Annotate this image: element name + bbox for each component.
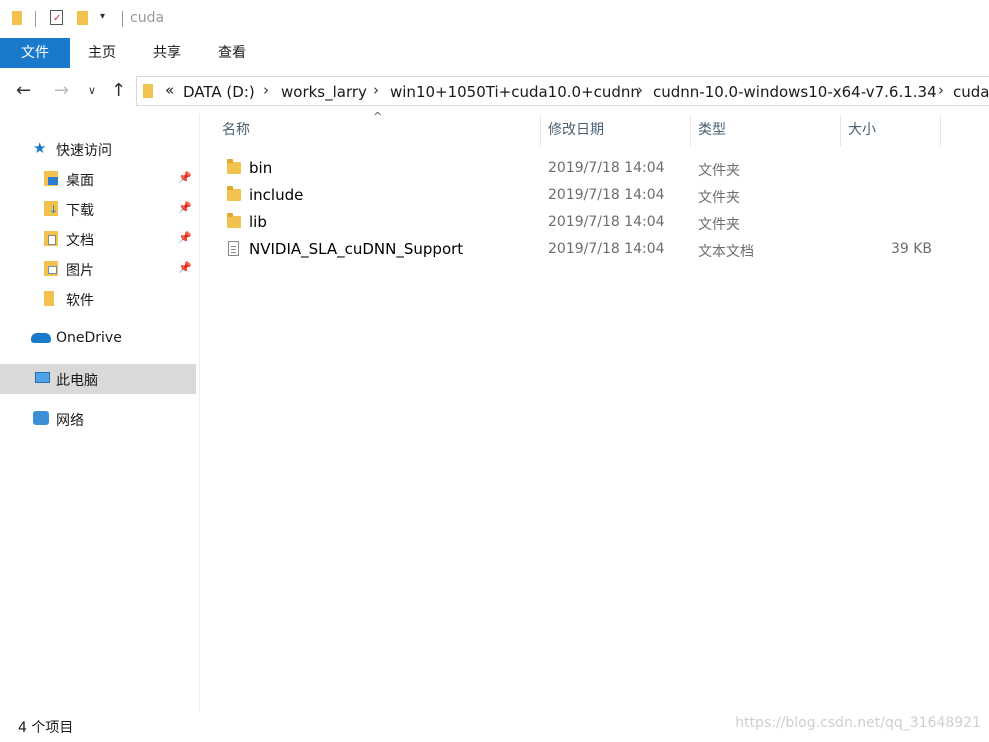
pin-icon[interactable]: 📌: [178, 261, 192, 274]
breadcrumb-cudnn[interactable]: cudnn-10.0-windows10-x64-v7.6.1.34: [653, 83, 937, 101]
navigation-pane: ★ 快速访问 桌面 📌 ↓ 下载 📌 文档 📌 图片 📌 软件 OneDrive…: [0, 114, 200, 712]
file-type: 文件夹: [698, 163, 740, 179]
file-size: 39 KB: [890, 241, 932, 257]
item-count: 4 个项目: [18, 720, 74, 736]
column-divider[interactable]: [690, 116, 691, 146]
documents-icon: [44, 231, 58, 246]
list-item[interactable]: NVIDIA_SLA_cuDNN_Support 2019/7/18 14:04…: [222, 236, 942, 263]
file-type: 文件夹: [698, 190, 740, 206]
chevron-right-icon[interactable]: ›: [263, 81, 269, 99]
file-type: 文件夹: [698, 217, 740, 233]
sidebar-item-desktop[interactable]: 桌面 📌: [0, 164, 196, 194]
chevron-right-icon[interactable]: ›: [373, 81, 379, 99]
column-header-name[interactable]: 名称: [222, 116, 537, 146]
column-header-modified[interactable]: 修改日期: [548, 116, 604, 146]
folder-icon: [12, 11, 22, 25]
chevron-right-icon[interactable]: ›: [938, 81, 944, 99]
new-folder-icon[interactable]: [77, 11, 88, 25]
breadcrumb-win10[interactable]: win10+1050Ti+cuda10.0+cudnn: [390, 83, 640, 101]
file-name: NVIDIA_SLA_cuDNN_Support: [249, 240, 464, 258]
up-arrow-icon[interactable]: ↑: [111, 80, 126, 101]
separator: [122, 11, 123, 27]
column-header-type[interactable]: 类型: [698, 116, 726, 146]
tab-home[interactable]: 主页: [88, 38, 116, 68]
breadcrumb-drive[interactable]: DATA (D:): [183, 83, 255, 101]
file-type: 文本文档: [698, 244, 754, 260]
folder-icon: [227, 186, 241, 201]
forward-arrow-icon[interactable]: →: [54, 80, 69, 101]
back-arrow-icon[interactable]: ←: [16, 80, 31, 101]
list-item[interactable]: include 2019/7/18 14:04 文件夹: [222, 182, 942, 209]
sidebar-item-label: 下载: [66, 203, 94, 219]
breadcrumb-cuda[interactable]: cuda: [953, 83, 989, 101]
column-header-size[interactable]: 大小: [848, 116, 876, 146]
sidebar-item-documents[interactable]: 文档 📌: [0, 224, 196, 254]
list-item[interactable]: bin 2019/7/18 14:04 文件夹: [222, 155, 942, 182]
watermark: https://blog.csdn.net/qq_31648921: [735, 715, 981, 731]
separator: [35, 11, 36, 27]
status-bar: 4 个项目 https://blog.csdn.net/qq_31648921: [0, 712, 989, 742]
text-document-icon: [228, 241, 239, 256]
tab-file[interactable]: 文件: [0, 38, 70, 68]
sidebar-item-onedrive[interactable]: OneDrive: [0, 324, 196, 354]
recent-locations-chevron-icon[interactable]: ∨: [88, 84, 96, 97]
tab-share[interactable]: 共享: [153, 38, 181, 68]
customize-quick-access-icon[interactable]: ▾: [100, 11, 105, 22]
sidebar-item-label: OneDrive: [56, 330, 122, 346]
folder-icon: [44, 291, 54, 306]
sidebar-item-quick-access[interactable]: ★ 快速访问: [0, 134, 196, 164]
file-modified: 2019/7/18 14:04: [548, 160, 665, 176]
tab-view[interactable]: 查看: [218, 38, 246, 68]
title-bar: ✓ ▾ cuda: [0, 0, 989, 38]
star-icon: ★: [33, 139, 47, 157]
folder-icon: [227, 159, 241, 174]
sidebar-item-label: 网络: [56, 413, 84, 429]
address-bar[interactable]: « DATA (D:) › works_larry › win10+1050Ti…: [136, 76, 989, 106]
properties-icon[interactable]: ✓: [50, 10, 63, 25]
desktop-icon: [44, 171, 58, 186]
computer-icon: [35, 372, 50, 383]
sidebar-item-network[interactable]: 网络: [0, 404, 196, 434]
file-modified: 2019/7/18 14:04: [548, 187, 665, 203]
file-name: include: [249, 186, 304, 204]
breadcrumb-overflow[interactable]: «: [165, 81, 174, 99]
sidebar-item-label: 文档: [66, 233, 94, 249]
pictures-icon: [44, 261, 58, 276]
sidebar-item-label: 软件: [66, 293, 94, 309]
list-item[interactable]: lib 2019/7/18 14:04 文件夹: [222, 209, 942, 236]
column-divider[interactable]: [940, 116, 941, 146]
sidebar-item-label: 此电脑: [56, 373, 98, 389]
pin-icon[interactable]: 📌: [178, 201, 192, 214]
sidebar-item-label: 桌面: [66, 173, 94, 189]
sidebar-item-label: 图片: [66, 263, 94, 279]
folder-icon: [227, 213, 241, 228]
column-divider[interactable]: [540, 116, 541, 146]
file-modified: 2019/7/18 14:04: [548, 214, 665, 230]
cloud-icon: [31, 333, 51, 343]
pin-icon[interactable]: 📌: [178, 171, 192, 184]
file-modified: 2019/7/18 14:04: [548, 241, 665, 257]
breadcrumb-works-larry[interactable]: works_larry: [281, 83, 367, 101]
file-name: lib: [249, 213, 267, 231]
file-name: bin: [249, 159, 273, 177]
chevron-right-icon[interactable]: ›: [637, 81, 643, 99]
sidebar-item-this-pc[interactable]: 此电脑: [0, 364, 196, 394]
sidebar-item-label: 快速访问: [56, 143, 112, 159]
window-title: cuda: [130, 10, 165, 26]
sidebar-item-pictures[interactable]: 图片 📌: [0, 254, 196, 284]
column-divider[interactable]: [840, 116, 841, 146]
navigation-bar: ← → ∨ ↑ « DATA (D:) › works_larry › win1…: [0, 68, 989, 114]
ribbon-tabs: 文件 主页 共享 查看: [0, 38, 989, 69]
sidebar-item-downloads[interactable]: ↓ 下载 📌: [0, 194, 196, 224]
network-icon: [33, 411, 49, 425]
download-icon: ↓: [44, 201, 58, 216]
sidebar-item-software[interactable]: 软件: [0, 284, 196, 314]
folder-icon: [143, 84, 153, 98]
pin-icon[interactable]: 📌: [178, 231, 192, 244]
